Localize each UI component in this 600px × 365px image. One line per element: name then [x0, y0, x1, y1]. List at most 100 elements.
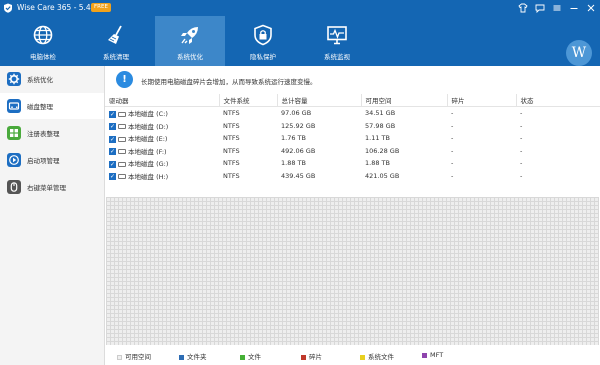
- cell-fragmentation: -: [451, 109, 454, 118]
- hard-drive-icon: [118, 111, 126, 117]
- drive-name: 本地磁盘 (D:): [128, 122, 169, 131]
- nav-item-system-cleaner[interactable]: 系统清理: [81, 16, 151, 66]
- nav-label: 隐私保护: [250, 53, 276, 61]
- table-row[interactable]: ✓ 本地磁盘 (C:) NTFS 97.06 GB 34.51 GB - -: [105, 107, 600, 120]
- cell-free-space: 57.98 GB: [365, 121, 396, 130]
- cell-file-system: NTFS: [223, 146, 240, 155]
- mouse-icon: [7, 180, 21, 194]
- checkbox[interactable]: ✓: [109, 135, 116, 143]
- cell-total-size: 125.92 GB: [281, 121, 316, 130]
- nav-label: 电脑体检: [30, 53, 56, 61]
- drive-name: 本地磁盘 (E:): [128, 135, 168, 144]
- swatch: [360, 354, 365, 360]
- cluster-legend: 可用空间 文件夹 文件 碎片 系统文件 MFT: [105, 345, 600, 365]
- cell-fragmentation: -: [451, 159, 454, 168]
- sidebar-item-label: 注册表整理: [27, 130, 60, 138]
- cell-file-system: NTFS: [223, 159, 240, 168]
- swatch: [240, 354, 245, 360]
- disk-cluster-map: [106, 197, 599, 345]
- cell-file-system: NTFS: [223, 134, 240, 143]
- nav-item-pc-checkup[interactable]: 电脑体检: [8, 16, 78, 66]
- drive-name: 本地磁盘 (H:): [128, 172, 169, 181]
- cell-free-space: 421.05 GB: [365, 171, 400, 180]
- table-row[interactable]: ✓ 本地磁盘 (E:) NTFS 1.76 TB 1.11 TB - -: [105, 132, 600, 145]
- cell-total-size: 1.88 TB: [281, 159, 306, 168]
- cell-file-system: NTFS: [223, 109, 240, 118]
- legend-label: 可用空间: [125, 353, 151, 361]
- legend-fragment: 碎片: [301, 351, 322, 361]
- cell-status: -: [520, 134, 523, 143]
- feedback-icon[interactable]: [535, 3, 545, 13]
- sidebar-item-registry-defrag[interactable]: 注册表整理: [0, 120, 104, 146]
- grid-icon: [7, 126, 21, 140]
- legend-system-file: 系统文件: [360, 351, 394, 361]
- legend-mft: MFT: [422, 351, 443, 359]
- sidebar-item-label: 磁盘整理: [27, 103, 53, 111]
- cell-total-size: 97.06 GB: [281, 109, 312, 118]
- cell-file-system: NTFS: [223, 121, 240, 130]
- cell-file-system: NTFS: [223, 171, 240, 180]
- checkbox[interactable]: ✓: [109, 110, 116, 118]
- table-row[interactable]: ✓ 本地磁盘 (G:) NTFS 1.88 TB 1.88 TB - -: [105, 157, 600, 170]
- nav-item-privacy-protector[interactable]: 隐私保护: [228, 16, 298, 66]
- legend-label: 碎片: [309, 353, 322, 361]
- table-row[interactable]: ✓ 本地磁盘 (D:) NTFS 125.92 GB 57.98 GB - -: [105, 120, 600, 133]
- checkbox[interactable]: ✓: [109, 123, 116, 131]
- hard-drive-icon: [118, 124, 126, 130]
- cell-free-space: 1.11 TB: [365, 134, 390, 143]
- drive-name: 本地磁盘 (G:): [128, 160, 169, 169]
- edition-badge[interactable]: FREE: [91, 3, 111, 12]
- checkbox[interactable]: ✓: [109, 160, 116, 168]
- app-logo-icon: [4, 3, 12, 13]
- sidebar-item-startup-manager[interactable]: 启动项管理: [0, 147, 104, 173]
- column-header-drive[interactable]: 驱动器: [105, 94, 219, 107]
- sidebar-item-system-tune-up[interactable]: 系统优化: [0, 66, 104, 92]
- cell-fragmentation: -: [451, 146, 454, 155]
- legend-label: MFT: [430, 351, 444, 359]
- nav-item-system-monitor[interactable]: 系统监视: [302, 16, 372, 66]
- info-icon: !: [116, 71, 133, 88]
- drive-table: 驱动器 文件系统 总计容量 可用空间 碎片 状态 ✓ 本地磁盘 (C:) NTFS…: [105, 94, 600, 182]
- legend-label: 文件夹: [187, 353, 207, 361]
- broom-icon: [108, 25, 122, 44]
- legend-label: 文件: [248, 353, 261, 361]
- swatch: [301, 354, 306, 360]
- table-row[interactable]: ✓ 本地磁盘 (H:) NTFS 439.45 GB 421.05 GB - -: [105, 170, 600, 183]
- cell-status: -: [520, 171, 523, 180]
- sidebar-item-context-menu-manager[interactable]: 右键菜单管理: [0, 174, 104, 200]
- cell-status: -: [520, 109, 523, 118]
- column-header-total-size[interactable]: 总计容量: [276, 94, 361, 107]
- skin-icon[interactable]: [518, 3, 528, 13]
- window-title: Wise Care 365 - 5.4.9: [17, 3, 98, 12]
- hard-drive-icon: [118, 161, 126, 167]
- monitor-icon: [327, 26, 347, 45]
- cell-fragmentation: -: [451, 121, 454, 130]
- lock-shield-icon: [254, 24, 272, 46]
- column-header-file-system[interactable]: 文件系统: [218, 94, 277, 107]
- cell-free-space: 106.28 GB: [365, 146, 400, 155]
- swatch: [179, 354, 184, 360]
- table-row[interactable]: ✓ 本地磁盘 (F:) NTFS 492.06 GB 106.28 GB - -: [105, 145, 600, 158]
- column-header-status[interactable]: 状态: [515, 94, 600, 107]
- legend-free-space: 可用空间: [117, 351, 151, 361]
- nav-item-system-optimizer[interactable]: 系统优化: [155, 16, 225, 66]
- legend-file: 文件: [240, 351, 261, 361]
- globe-icon: [33, 25, 53, 45]
- checkbox[interactable]: ✓: [109, 148, 116, 156]
- title-bar: Wise Care 365 - 5.4.9 FREE: [0, 0, 600, 16]
- main-nav: 电脑体检 系统清理 系统优化 隐私保护 系统监视 W: [0, 16, 600, 66]
- minimize-icon[interactable]: [569, 3, 579, 13]
- hard-drive-icon: [118, 136, 126, 142]
- checkbox[interactable]: ✓: [109, 173, 116, 181]
- close-icon[interactable]: [586, 3, 596, 13]
- menu-icon[interactable]: [552, 3, 562, 13]
- hard-drive-icon: [118, 174, 126, 180]
- avatar[interactable]: W: [566, 40, 592, 66]
- sidebar-item-disk-defrag[interactable]: 磁盘整理: [0, 93, 104, 119]
- column-header-fragmentation[interactable]: 碎片: [446, 94, 516, 107]
- hard-drive-icon: [118, 149, 126, 155]
- sidebar-item-label: 右键菜单管理: [27, 184, 66, 192]
- column-header-free-space[interactable]: 可用空间: [360, 94, 447, 107]
- table-header-row: 驱动器 文件系统 总计容量 可用空间 碎片 状态: [105, 94, 600, 107]
- cell-status: -: [520, 159, 523, 168]
